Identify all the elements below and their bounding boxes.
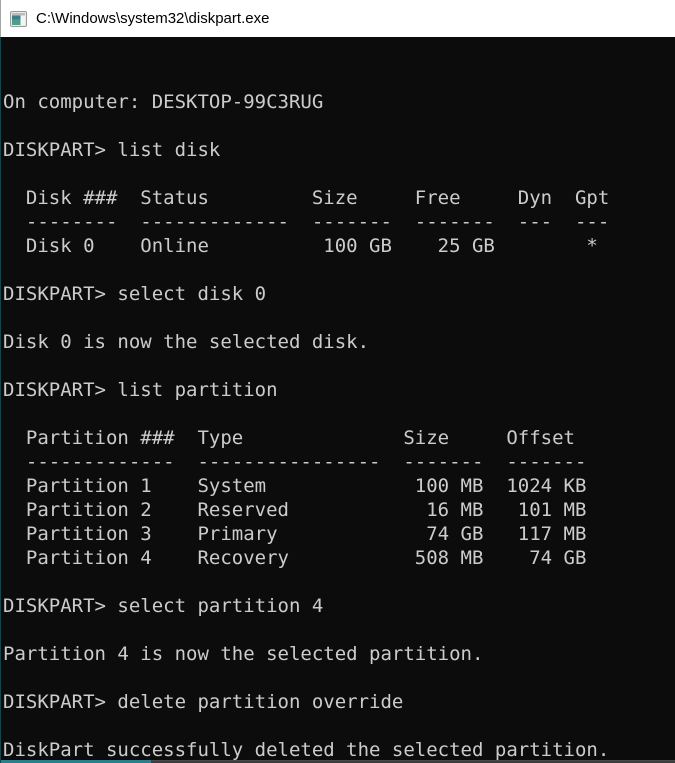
terminal-output: On computer: DESKTOP-99C3RUG DISKPART> l… xyxy=(3,90,675,762)
terminal[interactable]: On computer: DESKTOP-99C3RUG DISKPART> l… xyxy=(0,37,675,763)
console-window: C:\Windows\system32\diskpart.exe On comp… xyxy=(0,0,675,763)
titlebar[interactable]: C:\Windows\system32\diskpart.exe xyxy=(0,0,675,37)
window-title: C:\Windows\system32\diskpart.exe xyxy=(36,10,269,27)
console-icon xyxy=(10,11,27,27)
